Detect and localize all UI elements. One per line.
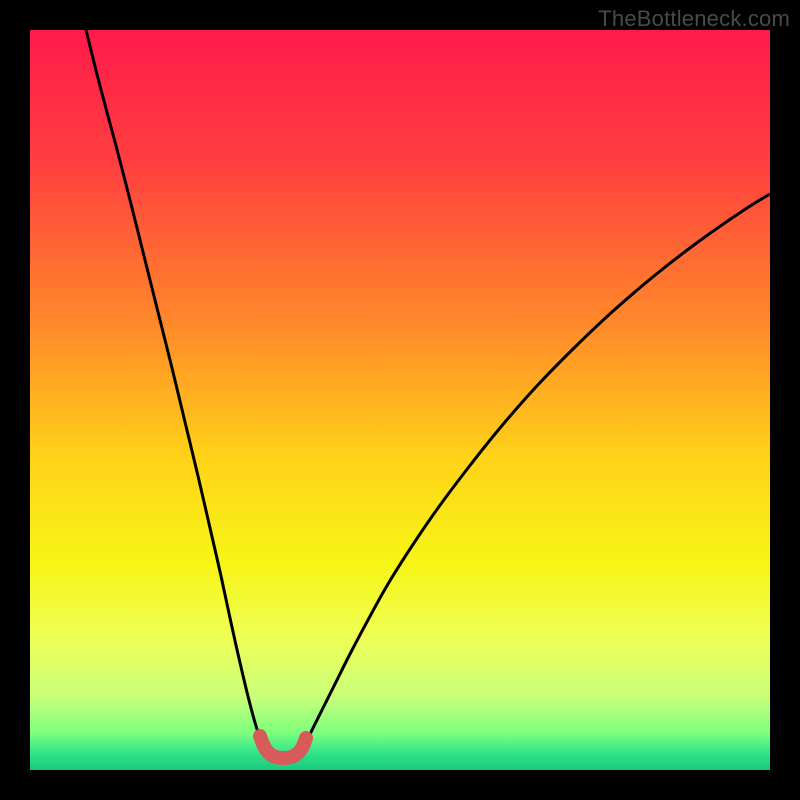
- series-right-branch: [303, 194, 770, 746]
- series-left-branch: [86, 30, 263, 746]
- curve-layer: [30, 30, 770, 770]
- watermark-text: TheBottleneck.com: [598, 6, 790, 32]
- plot-frame: [30, 30, 770, 770]
- series-valley-highlight: [260, 736, 306, 758]
